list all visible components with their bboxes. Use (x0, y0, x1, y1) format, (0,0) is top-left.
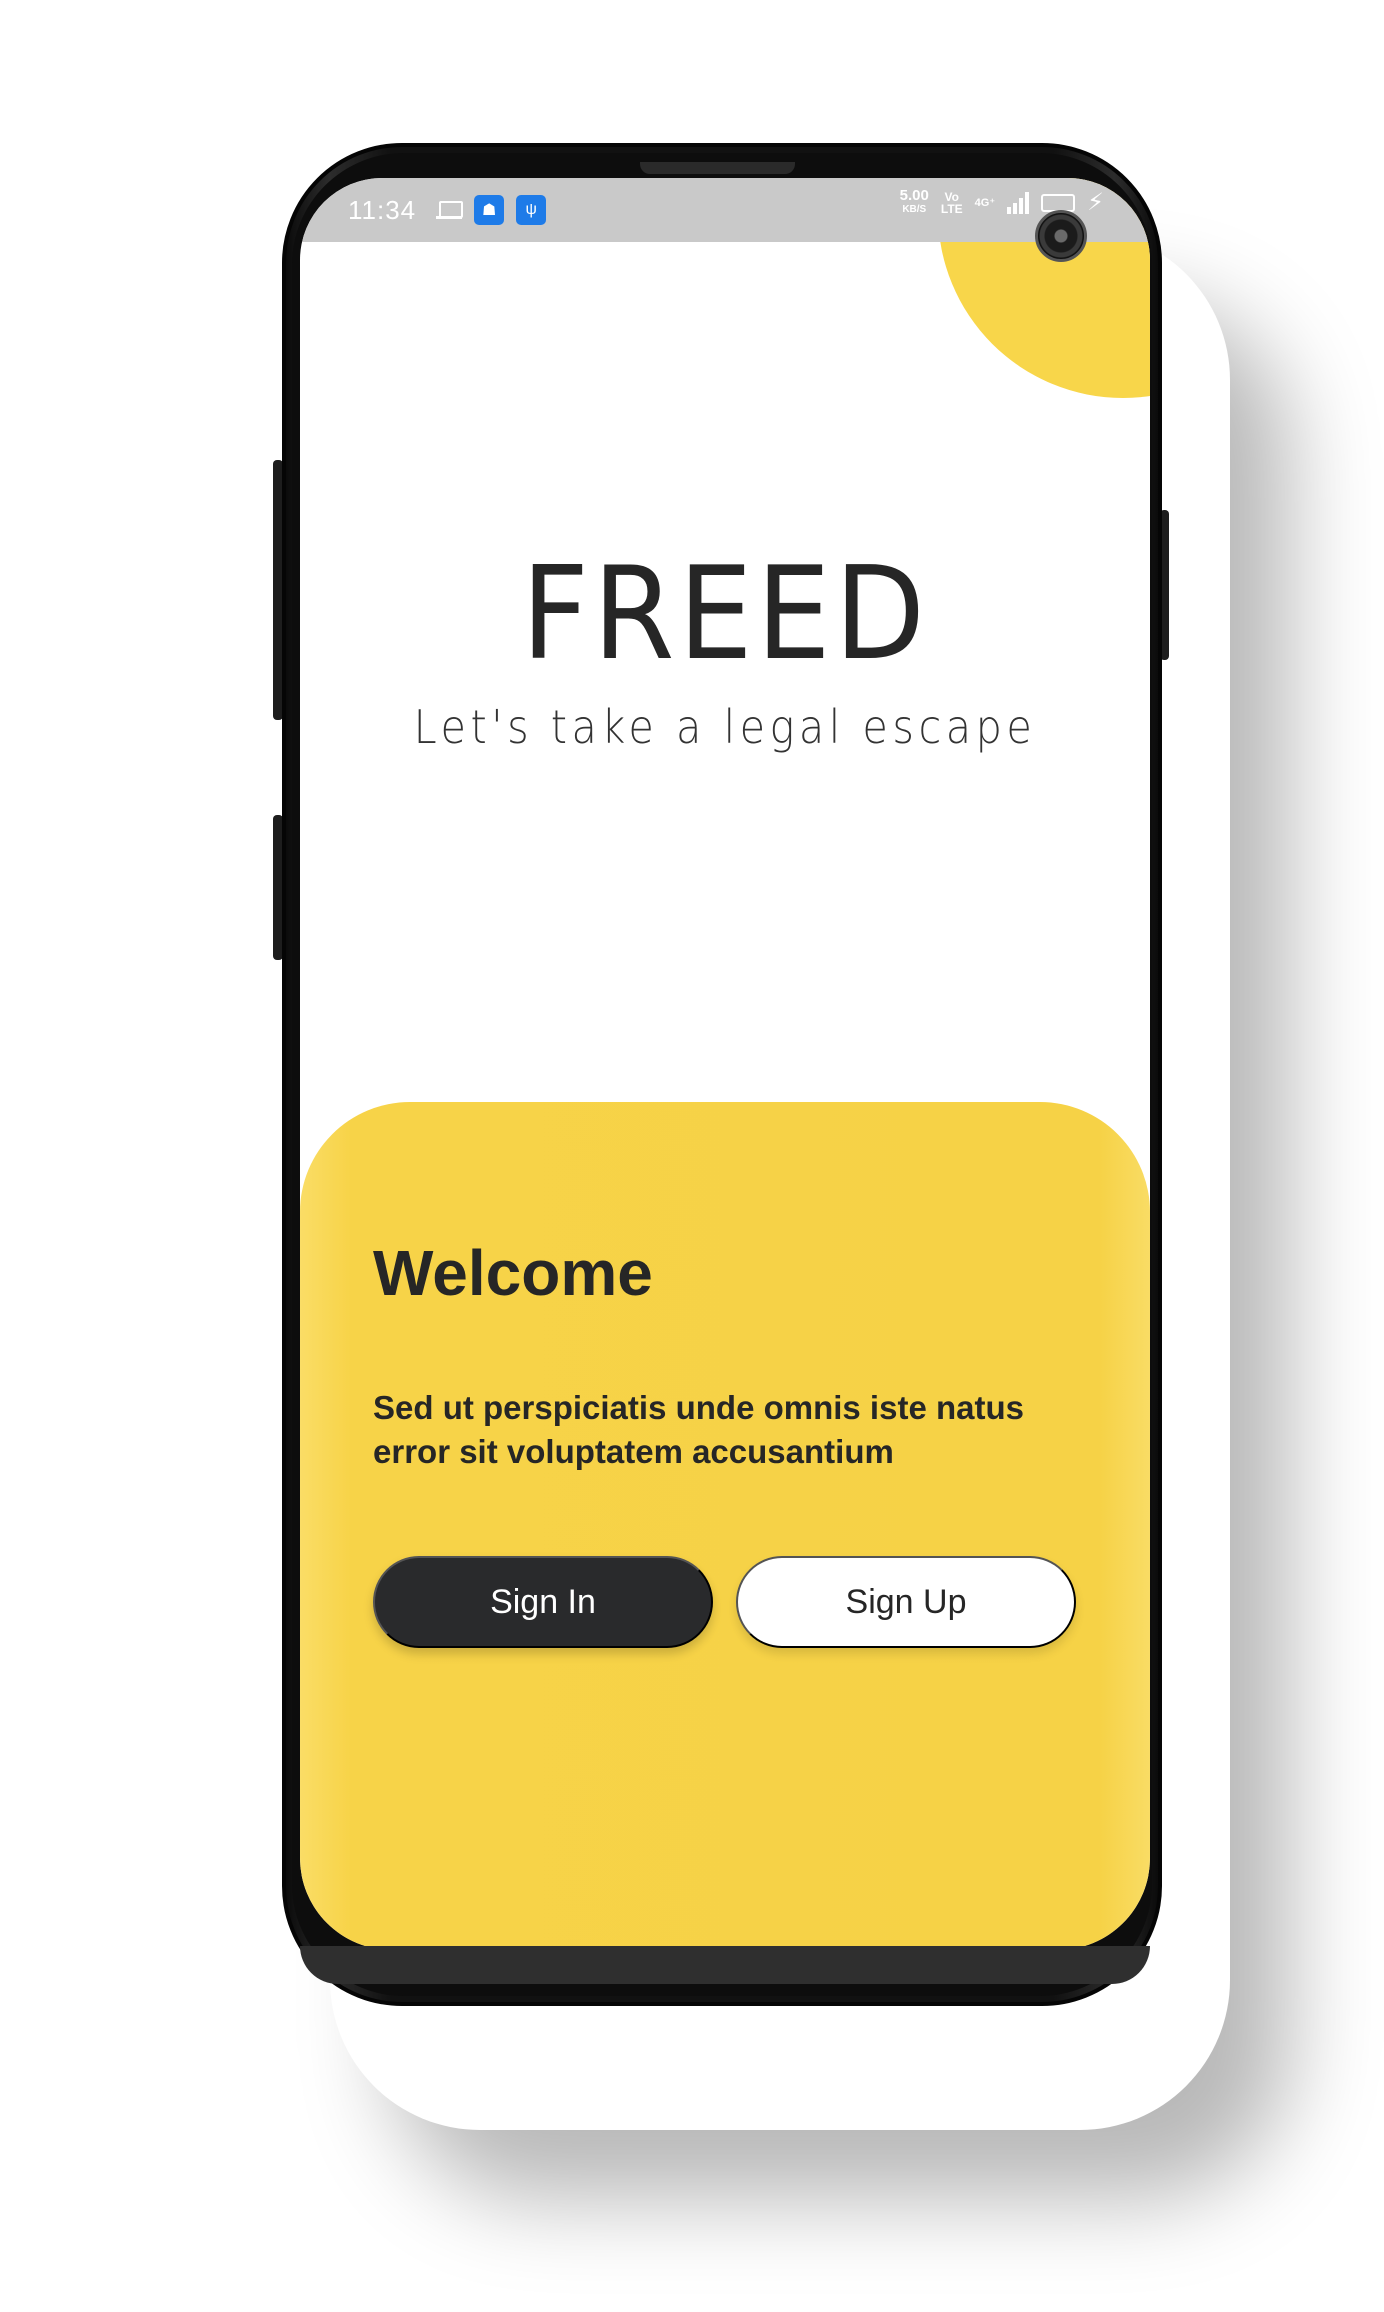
laptop-icon (436, 201, 464, 219)
welcome-description: Sed ut perspiciatis unde omnis iste natu… (373, 1389, 1024, 1470)
network-speed: 5.00 KB/S (899, 186, 929, 215)
front-camera (1035, 210, 1087, 262)
battery-icon (1041, 193, 1076, 212)
status-bar: 11:34 ☗ ψ 5.00 KB/S Vo LTE 4G⁺ ⚡ (300, 178, 1150, 242)
volte-indicator: Vo LTE (940, 189, 963, 216)
sign-in-button[interactable]: Sign In (373, 1556, 713, 1648)
signal-icon (1007, 191, 1030, 214)
android-icon: ☗ (474, 195, 505, 225)
status-time: 11:34 (348, 194, 417, 225)
app-tagline: Let's take a legal escape (413, 700, 1037, 754)
notification-icons: ☗ ψ (436, 195, 547, 225)
app-screen: 11:34 ☗ ψ 5.00 KB/S Vo LTE 4G⁺ ⚡ FREED L… (300, 178, 1150, 1950)
sign-up-button[interactable]: Sign Up (736, 1556, 1076, 1648)
usb-icon: ψ (516, 195, 547, 225)
phone-bottom-bezel (300, 1946, 1150, 1984)
welcome-heading: Welcome (373, 1237, 653, 1309)
app-logo-title: FREED (521, 540, 929, 689)
charging-icon: ⚡ (1087, 189, 1104, 216)
mockup-stage: 11:34 ☗ ψ 5.00 KB/S Vo LTE 4G⁺ ⚡ FREED L… (0, 0, 1384, 2312)
network-type: 4G⁺ (974, 197, 996, 209)
earpiece-speaker (640, 162, 795, 174)
welcome-panel (300, 1102, 1150, 1950)
